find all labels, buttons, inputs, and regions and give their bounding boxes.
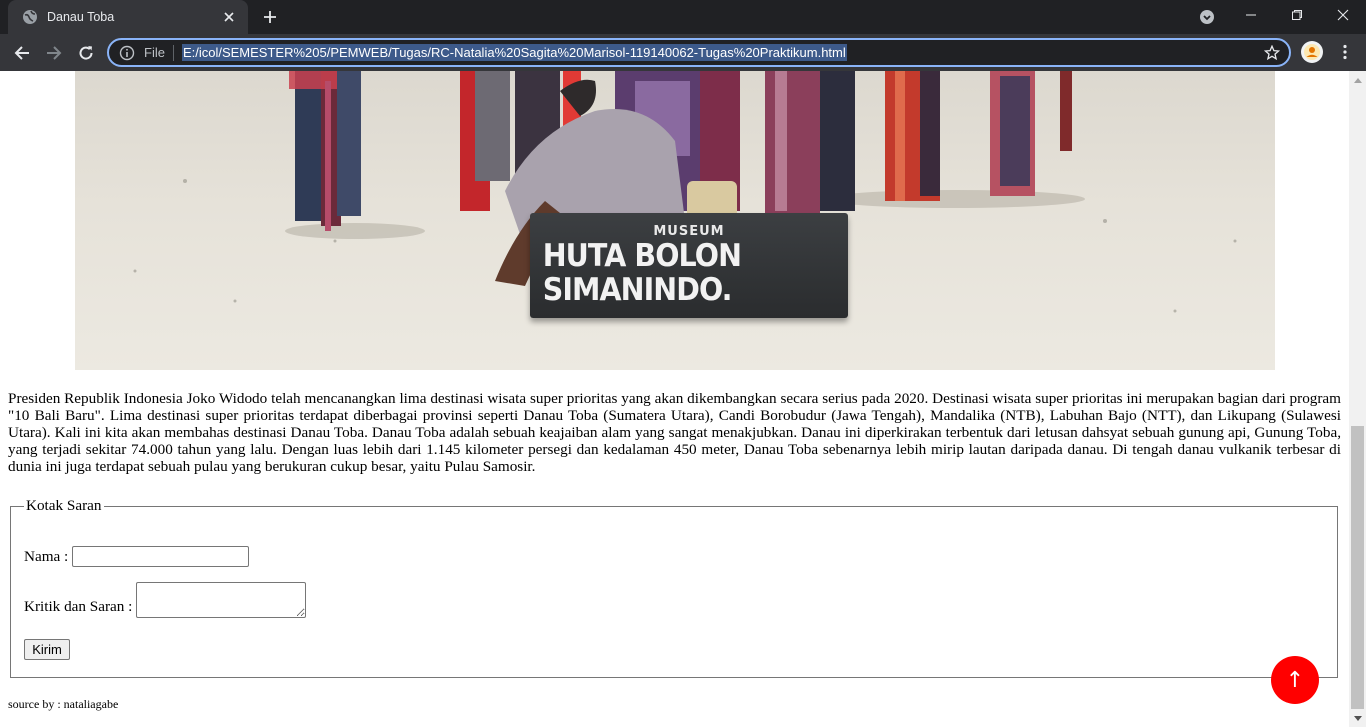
kritik-row: Kritik dan Saran : [24, 582, 307, 618]
scroll-up-icon[interactable] [1349, 71, 1366, 88]
suggestion-box-legend: Kotak Saran [26, 497, 102, 514]
globe-icon [22, 9, 38, 25]
browser-tab[interactable]: Danau Toba [8, 0, 248, 34]
page-scrollbar[interactable] [1349, 71, 1366, 727]
scroll-down-icon[interactable] [1349, 710, 1366, 727]
new-tab-icon[interactable] [259, 6, 281, 28]
nama-label: Nama : [24, 547, 69, 565]
source-credit: source by : nataliagabe [8, 697, 119, 711]
address-bar[interactable]: File E:/icol/SEMESTER%205/PEMWEB/Tugas/R… [107, 38, 1291, 67]
back-to-top-button[interactable]: ↑ [1271, 656, 1319, 704]
forward-icon[interactable] [40, 39, 68, 67]
bookmark-star-icon[interactable] [1263, 44, 1281, 62]
kritik-label: Kritik dan Saran : [24, 598, 133, 615]
kirim-button[interactable]: Kirim [24, 639, 70, 660]
kritik-textarea[interactable] [136, 582, 307, 618]
article-paragraph: Presiden Republik Indonesia Joko Widodo … [8, 390, 1341, 475]
tab-title: Danau Toba [47, 10, 115, 24]
scheme-label: File [144, 45, 165, 60]
browser-toolbar: File E:/icol/SEMESTER%205/PEMWEB/Tugas/R… [0, 34, 1366, 71]
menu-kebab-icon[interactable] [1336, 42, 1354, 62]
museum-sign-big-text: HUTA BOLON SIMANINDO. [542, 238, 742, 308]
museum-sign-small-text: MUSEUM [653, 224, 725, 239]
tab-close-icon[interactable] [220, 8, 238, 26]
tab-strip: Danau Toba [0, 0, 1366, 34]
scrollbar-thumb[interactable] [1351, 426, 1364, 709]
nama-row: Nama : [24, 546, 250, 567]
reload-icon[interactable] [72, 39, 100, 67]
hero-image: MUSEUM HUTA BOLON SIMANINDO. [75, 71, 1275, 370]
page-viewport: MUSEUM HUTA BOLON SIMANINDO. Presiden Re… [0, 71, 1349, 727]
window-close-icon[interactable] [1320, 0, 1366, 30]
tab-search-icon[interactable] [1197, 7, 1217, 27]
nama-input[interactable] [72, 546, 250, 567]
museum-sign: MUSEUM HUTA BOLON SIMANINDO. [530, 213, 848, 318]
suggestion-box: Kotak Saran Nama : Kritik dan Saran : Ki… [10, 497, 1338, 678]
omnibox-divider [172, 44, 174, 61]
url-text[interactable]: E:/icol/SEMESTER%205/PEMWEB/Tugas/RC-Nat… [181, 44, 847, 61]
minimize-icon[interactable] [1228, 0, 1274, 30]
info-icon[interactable] [119, 45, 135, 61]
profile-avatar-icon[interactable] [1301, 41, 1323, 63]
restore-icon[interactable] [1274, 0, 1320, 30]
back-icon[interactable] [8, 39, 36, 67]
